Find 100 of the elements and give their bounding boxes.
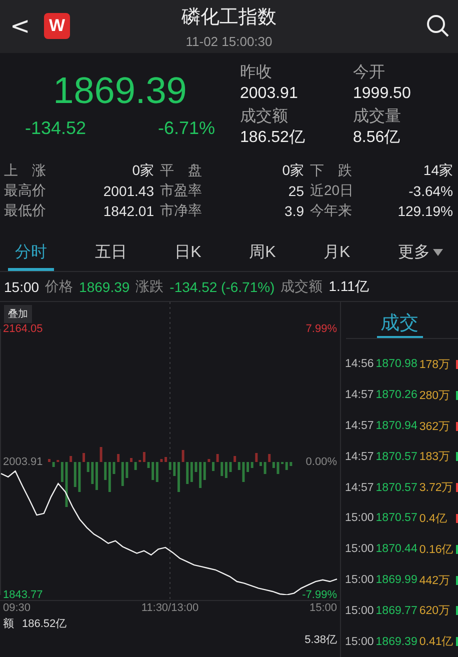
stat-label: 今年来 — [309, 202, 353, 220]
stat-value: 25 — [287, 183, 304, 200]
page-title: 磷化工指数 — [182, 6, 276, 30]
trade-volume: 3.72万 — [419, 481, 454, 496]
time-label: 11:30/13:00 — [141, 602, 199, 614]
buy-sell-bar — [264, 462, 266, 474]
chart-tab[interactable]: 更多 — [391, 237, 450, 272]
trade-volume: 280万 — [419, 388, 451, 403]
buy-sell-bar — [48, 459, 50, 462]
buy-sell-bar — [208, 459, 210, 462]
axis-label: -7.99% — [302, 588, 337, 602]
stat-value: 14家 — [422, 162, 453, 180]
trade-price: 1869.77 — [376, 604, 418, 617]
info-label: 价格 — [45, 278, 74, 296]
chart-tab[interactable]: 月K — [316, 237, 358, 272]
chart-tab[interactable]: 五日 — [88, 237, 134, 272]
stat-value: 1842.01 — [102, 203, 154, 220]
trade-price: 1870.26 — [376, 389, 418, 402]
trade-time: 15:00 — [345, 543, 374, 556]
buy-sell-bar — [78, 462, 81, 492]
stat-label: 最低价 — [4, 202, 47, 220]
stat-value: 2001.43 — [102, 183, 154, 200]
info-amount: 1.11亿 — [328, 278, 369, 296]
stat-value: 0家 — [131, 162, 154, 180]
chart-tab[interactable]: 日K — [168, 237, 208, 272]
trade-price: 1869.39 — [376, 636, 418, 648]
trade-volume: 0.4亿 — [419, 512, 448, 526]
buy-sell-bar — [212, 462, 214, 472]
trade-volume: 178万 — [419, 358, 451, 372]
chart-tab[interactable]: 周K — [242, 237, 283, 272]
trade-price: 1870.44 — [376, 543, 418, 556]
percent-change: -6.71% — [158, 118, 215, 139]
buy-sell-bar — [216, 454, 219, 462]
trade-price: 1870.94 — [376, 420, 418, 432]
volume-label: 额 — [3, 616, 14, 632]
axis-label: 1843.77 — [3, 588, 43, 602]
trade-volume: 362万 — [419, 420, 451, 434]
buy-sell-bar — [290, 462, 292, 466]
trade-time: 14:57 — [345, 450, 374, 463]
time-label: 15:00 — [309, 602, 337, 614]
time-label: 09:30 — [3, 602, 31, 614]
trade-price: 1869.99 — [376, 574, 418, 586]
stat-label: 市净率 — [159, 202, 203, 220]
price-change: -134.52 — [25, 118, 86, 139]
buy-sell-bar — [65, 462, 68, 508]
buy-sell-bar — [147, 462, 150, 468]
trade-time: 15:00 — [345, 604, 374, 617]
buy-sell-bar — [126, 462, 128, 478]
buy-sell-bar — [182, 450, 184, 462]
overlay-button[interactable]: 叠加 — [4, 305, 32, 324]
summary-label: 今开 — [353, 62, 386, 83]
back-button[interactable]: < — [8, 12, 32, 40]
buy-sell-bar — [160, 459, 163, 462]
summary-label: 成交额 — [240, 106, 289, 127]
trade-time: 15:00 — [345, 574, 374, 586]
trade-price: 1870.57 — [376, 512, 418, 524]
stat-value: 0家 — [281, 162, 304, 180]
stat-value: 3.9 — [284, 203, 304, 220]
trade-time: 14:56 — [345, 358, 374, 370]
buy-sell-bar — [194, 462, 198, 472]
trade-volume: 442万 — [419, 574, 451, 588]
index-price: 1869.39 — [53, 70, 187, 112]
stat-value: 129.19% — [396, 203, 453, 220]
axis-label: 2003.91 — [3, 456, 43, 469]
buy-sell-bar — [130, 458, 132, 462]
stat-value: -3.64% — [408, 183, 453, 200]
axis-label: 2164.05 — [3, 322, 43, 336]
axis-label: 7.99% — [306, 322, 337, 336]
summary-value: 2003.91 — [240, 84, 299, 104]
buy-sell-bar — [229, 462, 232, 472]
stat-label: 近20日 — [309, 182, 354, 200]
stat-label: 市盈率 — [159, 182, 203, 200]
info-time: 15:00 — [4, 278, 40, 295]
app-logo: W — [44, 13, 70, 40]
summary-label: 昨收 — [240, 62, 273, 83]
buy-sell-bar — [52, 462, 55, 468]
trade-volume: 183万 — [419, 450, 451, 464]
summary-value: 1999.50 — [353, 84, 412, 104]
trade-volume: 620万 — [419, 604, 451, 618]
stat-label: 下 跌 — [309, 162, 353, 180]
search-icon[interactable] — [426, 14, 450, 38]
buy-sell-bar — [134, 462, 137, 470]
summary-label: 成交量 — [353, 106, 402, 127]
buy-sell-bar — [112, 462, 116, 474]
axis-label: 0.00% — [306, 456, 337, 469]
stat-label: 平 盘 — [159, 162, 203, 180]
trade-time: 14:57 — [345, 482, 374, 494]
stat-label: 上 涨 — [4, 162, 47, 180]
volume-total: 186.52亿 — [22, 617, 67, 632]
info-label: 涨跌 — [136, 278, 164, 296]
buy-sell-bar — [242, 462, 245, 482]
info-price: 1869.39 — [79, 278, 130, 295]
buy-sell-bar — [100, 447, 102, 462]
trade-price: 1870.98 — [376, 358, 418, 370]
info-label: 成交额 — [280, 278, 323, 296]
chart-tab[interactable]: 分时 — [8, 237, 54, 272]
stat-label: 最高价 — [4, 182, 47, 200]
trade-time: 14:57 — [345, 389, 374, 402]
trade-price: 1870.57 — [376, 450, 418, 463]
trade-time: 15:00 — [345, 636, 374, 648]
